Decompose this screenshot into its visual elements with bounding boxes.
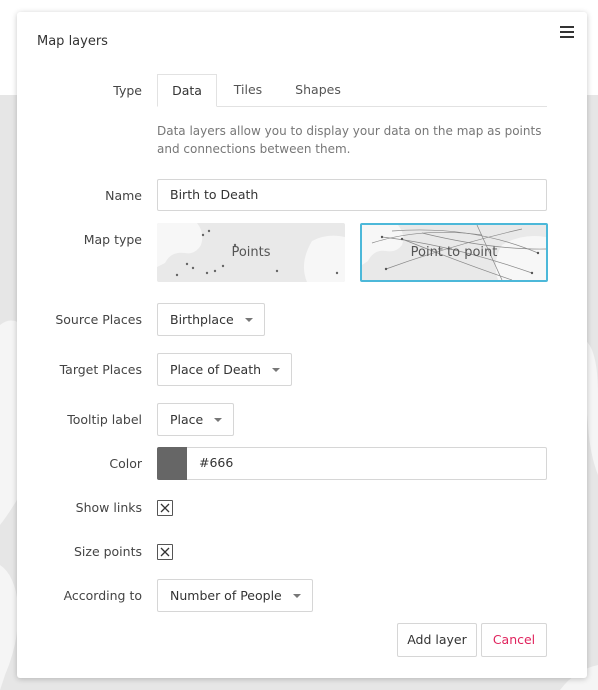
tab-data[interactable]: Data	[157, 74, 217, 107]
map-layers-panel: Map layers Type Data Tiles Shapes Data l…	[17, 12, 587, 678]
source-places-value: Birthplace	[170, 312, 234, 327]
map-type-label: Map type	[83, 232, 142, 247]
map-type-point-to-point-option[interactable]: Point to point	[360, 223, 548, 282]
map-type-points-option[interactable]: Points	[157, 223, 345, 282]
show-links-label: Show links	[75, 500, 142, 515]
tab-tiles[interactable]: Tiles	[219, 74, 277, 106]
chevron-down-icon	[292, 594, 301, 598]
according-to-label: According to	[63, 588, 142, 603]
cancel-button[interactable]: Cancel	[481, 623, 547, 657]
add-layer-button[interactable]: Add layer	[397, 623, 477, 657]
panel-title: Map layers	[37, 34, 108, 49]
color-label: Color	[109, 456, 142, 471]
color-input[interactable]: #666	[187, 447, 547, 480]
tooltip-label-label: Tooltip label	[67, 412, 142, 427]
tab-shapes[interactable]: Shapes	[281, 74, 355, 106]
according-to-value: Number of People	[170, 588, 282, 603]
source-places-dropdown[interactable]: Birthplace	[157, 303, 265, 336]
layer-name-input[interactable]: Birth to Death	[157, 179, 547, 211]
tooltip-label-dropdown[interactable]: Place	[157, 403, 235, 436]
chevron-down-icon	[214, 418, 223, 422]
data-layers-help-text: Data layers allow you to display your da…	[157, 124, 542, 156]
tooltip-label-value: Place	[170, 412, 204, 427]
map-type-point-to-point-label: Point to point	[410, 245, 498, 260]
checkmark-x-icon	[160, 547, 170, 557]
hamburger-menu-icon[interactable]	[560, 26, 574, 40]
target-places-label: Target Places	[59, 362, 142, 377]
type-label: Type	[113, 83, 142, 98]
layer-type-tabs: Data Tiles Shapes	[157, 74, 547, 107]
checkmark-x-icon	[160, 503, 170, 513]
target-places-dropdown[interactable]: Place of Death	[157, 353, 293, 386]
chevron-down-icon	[244, 318, 253, 322]
color-swatch[interactable]	[157, 447, 188, 480]
according-to-dropdown[interactable]: Number of People	[157, 579, 313, 612]
show-links-checkbox[interactable]	[157, 500, 173, 516]
name-label: Name	[105, 188, 142, 203]
source-places-label: Source Places	[55, 312, 142, 327]
target-places-value: Place of Death	[170, 362, 262, 377]
map-type-points-label: Points	[231, 245, 271, 260]
size-points-checkbox[interactable]	[157, 544, 173, 560]
chevron-down-icon	[272, 368, 281, 372]
size-points-label: Size points	[73, 544, 142, 559]
